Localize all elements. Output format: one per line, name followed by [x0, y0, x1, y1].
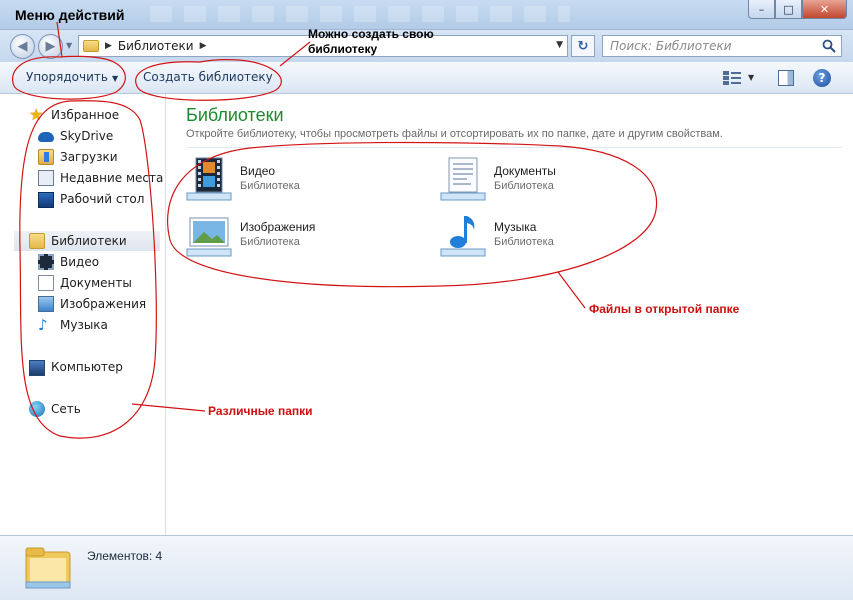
help-button[interactable]: ? [813, 69, 831, 87]
annotation-various-folders: Различные папки [208, 404, 313, 418]
create-library-button[interactable]: Создать библиотеку [143, 70, 273, 84]
pictures-icon [38, 296, 54, 312]
preview-pane-icon[interactable] [778, 70, 794, 86]
sidebar-item-label: Недавние места [60, 171, 164, 185]
sidebar-item-skydrive[interactable]: SkyDrive [38, 126, 113, 146]
library-name: Документы [494, 164, 556, 178]
chevron-down-icon[interactable]: ▼ [748, 73, 754, 82]
page-title: Библиотеки [186, 105, 284, 125]
sidebar-item-video[interactable]: Видео [38, 252, 99, 272]
maximize-button[interactable]: □ [775, 0, 802, 19]
documents-library-icon [440, 157, 486, 201]
title-bar-background [150, 6, 570, 22]
network-icon [29, 401, 45, 417]
library-name: Видео [240, 164, 276, 178]
video-icon [38, 254, 54, 270]
library-name: Изображения [240, 220, 316, 234]
annotation-create-library-line1: Можно создать свою [308, 27, 434, 41]
sidebar-item-label: Изображения [60, 297, 147, 311]
library-kind: Библиотека [240, 180, 300, 192]
sidebar-item-label: Сеть [51, 402, 81, 416]
sidebar-item-label: Документы [60, 276, 132, 290]
close-button[interactable]: ✕ [802, 0, 847, 19]
navigation-pane: ★ Избранное SkyDrive Загрузки Недавние м… [0, 94, 166, 535]
sidebar-item-favorites[interactable]: ★ Избранное [29, 105, 119, 125]
command-bar: Упорядочить ▼ Создать библиотеку ▼ ? [0, 62, 853, 94]
sidebar-item-documents[interactable]: Документы [38, 273, 132, 293]
forward-button[interactable]: ▶ [38, 34, 63, 59]
minimize-button[interactable]: – [748, 0, 775, 19]
sidebar-item-label: Загрузки [60, 150, 118, 164]
library-tile-pictures[interactable]: Изображения Библиотека [186, 212, 426, 262]
page-subtitle: Откройте библиотеку, чтобы просмотреть ф… [186, 128, 723, 140]
breadcrumb-separator-icon[interactable]: ▶ [105, 41, 112, 51]
sidebar-item-label: SkyDrive [60, 129, 114, 143]
libraries-folder-icon [83, 40, 99, 52]
library-name: Музыка [494, 220, 537, 234]
star-icon: ★ [29, 105, 44, 124]
video-library-icon [186, 157, 232, 201]
library-tile-video[interactable]: Видео Библиотека [186, 156, 426, 206]
libraries-folder-icon [25, 547, 71, 589]
sidebar-item-network[interactable]: Сеть [29, 399, 81, 419]
libraries-folder-icon [29, 233, 45, 249]
breadcrumb-libraries[interactable]: Библиотеки [118, 39, 194, 53]
sidebar-item-pictures[interactable]: Изображения [38, 294, 146, 314]
annotation-files-in-folder: Файлы в открытой папке [589, 302, 740, 316]
sidebar-item-music[interactable]: ♪ Музыка [38, 315, 108, 335]
library-kind: Библиотека [494, 236, 554, 248]
library-kind: Библиотека [494, 180, 554, 192]
sidebar-item-label: Компьютер [51, 360, 123, 374]
items-count: Элементов: 4 [87, 549, 163, 563]
sidebar-item-label: Видео [60, 255, 100, 269]
annotation-create-library-line2: библиотеку [308, 42, 378, 56]
downloads-folder-icon [38, 149, 54, 165]
change-view-icon[interactable] [723, 71, 741, 85]
details-pane: Элементов: 4 [0, 535, 853, 600]
window-controls: – □ ✕ [748, 0, 847, 19]
recent-pages-dropdown[interactable]: ▼ [66, 41, 72, 50]
search-icon[interactable] [822, 39, 836, 53]
sidebar-item-computer[interactable]: Компьютер [29, 357, 123, 377]
sidebar-item-label: Рабочий стол [60, 192, 145, 206]
back-button[interactable]: ◀ [10, 34, 35, 59]
library-kind: Библиотека [240, 236, 300, 248]
desktop-icon [38, 192, 54, 208]
organize-button[interactable]: Упорядочить ▼ [26, 70, 118, 84]
music-icon: ♪ [38, 316, 48, 334]
chevron-down-icon: ▼ [111, 74, 119, 83]
computer-icon [29, 359, 45, 376]
breadcrumb-separator-icon[interactable]: ▶ [200, 41, 207, 51]
sidebar-item-label: Музыка [60, 318, 108, 332]
recent-places-icon [38, 170, 54, 186]
music-library-icon [440, 216, 486, 257]
pictures-library-icon [186, 217, 232, 257]
library-tile-music[interactable]: Музыка Библиотека [440, 212, 680, 262]
annotation-action-menu: Меню действий [15, 7, 125, 23]
sidebar-item-downloads[interactable]: Загрузки [38, 147, 118, 167]
title-bar: – □ ✕ [0, 0, 853, 30]
sidebar-item-label: Избранное [51, 108, 120, 122]
library-tile-documents[interactable]: Документы Библиотека [440, 156, 680, 206]
sidebar-item-desktop[interactable]: Рабочий стол [38, 189, 144, 209]
chevron-down-icon[interactable]: ▼ [556, 40, 563, 50]
sidebar-item-recent-places[interactable]: Недавние места [38, 168, 163, 188]
organize-label: Упорядочить [26, 70, 108, 84]
refresh-button[interactable]: ↻ [571, 35, 595, 57]
documents-icon [38, 275, 54, 291]
search-placeholder: Поиск: Библиотеки [610, 39, 732, 53]
sidebar-item-libraries[interactable]: Библиотеки [14, 231, 160, 251]
content-pane: Библиотеки Откройте библиотеку, чтобы пр… [167, 94, 853, 535]
search-input[interactable]: Поиск: Библиотеки [602, 35, 842, 57]
sidebar-item-label: Библиотеки [51, 234, 127, 248]
cloud-icon [38, 132, 54, 142]
divider [186, 147, 842, 148]
